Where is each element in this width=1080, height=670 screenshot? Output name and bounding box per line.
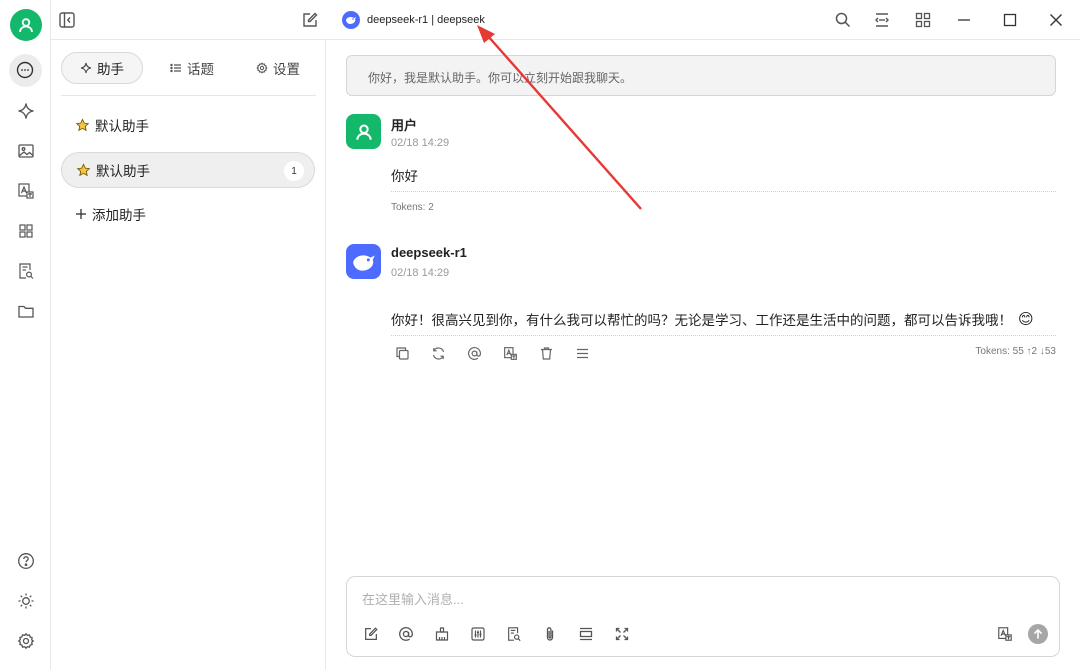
smile-emoji: 😊 bbox=[1018, 311, 1034, 328]
document-search-icon[interactable] bbox=[14, 259, 38, 283]
attachment-icon[interactable] bbox=[540, 624, 560, 644]
mention-model-icon[interactable] bbox=[396, 624, 416, 644]
expand-width-icon[interactable] bbox=[870, 8, 894, 32]
tab-label: 设置 bbox=[273, 62, 300, 77]
list-icon bbox=[170, 63, 181, 73]
fullscreen-icon[interactable] bbox=[612, 624, 632, 644]
menu-icon[interactable] bbox=[572, 343, 592, 363]
assistant-item[interactable]: 默认助手 bbox=[61, 107, 315, 143]
toggle-sidebar-icon[interactable] bbox=[55, 8, 79, 32]
star-icon bbox=[76, 162, 91, 176]
copy-icon[interactable] bbox=[392, 343, 412, 363]
add-assistant-button[interactable]: 添加助手 bbox=[75, 204, 146, 224]
tab-settings[interactable]: 设置 bbox=[243, 52, 313, 84]
layout-grid-icon[interactable] bbox=[911, 8, 935, 32]
star-icon bbox=[75, 117, 90, 131]
maximize-icon[interactable] bbox=[998, 8, 1022, 32]
assistant-panel: 助手 话题 设置 默认助手 默认助手 1 添加助手 bbox=[51, 40, 326, 670]
translate-input-icon[interactable] bbox=[995, 624, 1015, 644]
minimize-icon[interactable] bbox=[952, 8, 976, 32]
gear-icon bbox=[256, 62, 268, 74]
topic-count-badge: 1 bbox=[284, 161, 304, 181]
user-avatar[interactable] bbox=[10, 9, 42, 41]
message-content: 你好！很高兴见到你，有什么我可以帮忙的吗？无论是学习、工作还是生活中的问题，都可… bbox=[391, 309, 1034, 329]
message-sender: 用户 bbox=[391, 118, 418, 133]
apps-grid-icon[interactable] bbox=[14, 219, 38, 243]
navigation-rail bbox=[0, 0, 51, 670]
deepseek-logo-icon bbox=[342, 11, 360, 29]
assistant-prompt-banner: 你好，我是默认助手。你可以立刻开始跟我聊天。 bbox=[346, 55, 1056, 96]
token-count: Tokens: 55 ↑2 ↓53 bbox=[975, 346, 1056, 357]
add-assistant-label: 添加助手 bbox=[92, 208, 146, 223]
new-topic-icon[interactable] bbox=[361, 624, 381, 644]
translate-icon[interactable] bbox=[500, 343, 520, 363]
chat-area: 你好，我是默认助手。你可以立刻开始跟我聊天。 用户 02/18 14:29 你好… bbox=[326, 40, 1080, 670]
mention-icon[interactable] bbox=[464, 343, 484, 363]
sparkle-icon bbox=[80, 62, 92, 74]
fold-icon[interactable] bbox=[576, 624, 596, 644]
assistant-name: 默认助手 bbox=[95, 119, 149, 134]
model-selector[interactable]: deepseek-r1 | deepseek bbox=[342, 11, 485, 29]
translate-icon[interactable] bbox=[14, 179, 38, 203]
title-bar: deepseek-r1 | deepseek bbox=[0, 0, 1080, 40]
model-label: deepseek-r1 | deepseek bbox=[367, 14, 485, 26]
message-divider bbox=[391, 335, 1056, 336]
message-input-box[interactable]: 在这里输入消息... bbox=[346, 576, 1060, 657]
assistant-item-selected[interactable]: 默认助手 1 bbox=[61, 152, 315, 188]
message-input[interactable]: 在这里输入消息... bbox=[362, 589, 464, 608]
message-time: 02/18 14:29 bbox=[391, 267, 450, 279]
plus-icon bbox=[76, 209, 86, 219]
search-icon[interactable] bbox=[831, 8, 855, 32]
knowledge-base-icon[interactable] bbox=[504, 624, 524, 644]
chat-icon[interactable] bbox=[13, 58, 37, 82]
tab-label: 话题 bbox=[187, 62, 214, 77]
message-time: 02/18 14:29 bbox=[391, 137, 450, 149]
panel-tabs: 助手 话题 设置 bbox=[61, 52, 316, 84]
regenerate-icon[interactable] bbox=[428, 343, 448, 363]
close-window-icon[interactable] bbox=[1044, 8, 1068, 32]
folder-icon[interactable] bbox=[14, 299, 38, 323]
message-text: 你好！很高兴见到你，有什么我可以帮忙的吗？无论是学习、工作还是生活中的问题，都可… bbox=[391, 313, 1012, 328]
image-icon[interactable] bbox=[14, 139, 38, 163]
tab-assistants[interactable]: 助手 bbox=[61, 52, 143, 84]
settings-gear-icon[interactable] bbox=[14, 629, 38, 653]
help-icon[interactable] bbox=[14, 549, 38, 573]
delete-icon[interactable] bbox=[536, 343, 556, 363]
deepseek-avatar-icon bbox=[346, 244, 381, 279]
model-settings-icon[interactable] bbox=[468, 624, 488, 644]
broom-clear-icon[interactable] bbox=[432, 624, 452, 644]
token-count: Tokens: 2 bbox=[391, 202, 434, 213]
assistant-name: 默认助手 bbox=[96, 164, 150, 179]
tab-topics[interactable]: 话题 bbox=[157, 52, 227, 84]
panel-divider bbox=[61, 95, 316, 96]
new-chat-icon[interactable] bbox=[298, 8, 322, 32]
tab-label: 助手 bbox=[97, 62, 124, 77]
message-divider bbox=[391, 191, 1056, 192]
arrow-up-icon bbox=[1033, 628, 1043, 639]
send-button[interactable] bbox=[1028, 624, 1048, 644]
message-sender: deepseek-r1 bbox=[391, 245, 467, 260]
message-content: 你好 bbox=[391, 169, 418, 184]
theme-sun-icon[interactable] bbox=[14, 589, 38, 613]
sparkle-icon[interactable] bbox=[14, 99, 38, 123]
user-avatar bbox=[346, 114, 381, 149]
